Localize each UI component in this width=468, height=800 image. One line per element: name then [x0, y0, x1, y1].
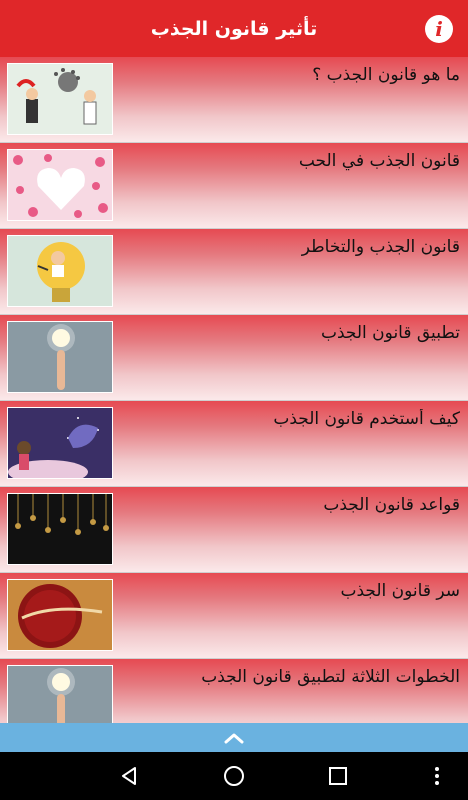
list-item[interactable]: قواعد قانون الجذب — [0, 487, 468, 573]
list-item-title: سر قانون الجذب — [340, 581, 460, 601]
info-icon: i — [435, 17, 443, 41]
hearts-thumbnail — [7, 149, 113, 221]
scroll-to-top-button[interactable] — [0, 723, 468, 752]
girl-genie-thumbnail — [7, 407, 113, 479]
recent-square-icon[interactable] — [326, 764, 350, 788]
system-nav-bar — [0, 752, 468, 800]
info-button[interactable]: i — [425, 15, 453, 43]
hanging-keys-thumbnail — [7, 493, 113, 565]
page-title: تأثير قانون الجذب — [150, 17, 318, 40]
businessmen-magnet-thumbnail — [7, 63, 113, 135]
finger-lightbulb-thumbnail — [7, 321, 113, 393]
finger-lightbulb-thumbnail — [7, 665, 113, 723]
list-item[interactable]: قانون الجذب في الحب — [0, 143, 468, 229]
app-bar: تأثير قانون الجذب i — [0, 0, 468, 57]
list-item-title: تطبيق قانون الجذب — [320, 323, 460, 343]
list-item[interactable]: الخطوات الثلاثة لتطبيق قانون الجذب — [0, 659, 468, 723]
chevron-up-icon — [224, 733, 244, 743]
list-item[interactable]: ما هو قانون الجذب ؟ — [0, 57, 468, 143]
more-dots-icon[interactable] — [425, 764, 449, 788]
list-item-title: قانون الجذب والتخاطر — [301, 237, 460, 257]
list-item[interactable]: تطبيق قانون الجذب — [0, 315, 468, 401]
list-item[interactable]: سر قانون الجذب — [0, 573, 468, 659]
list-item[interactable]: قانون الجذب والتخاطر — [0, 229, 468, 315]
article-list[interactable]: ما هو قانون الجذب ؟ قانون الجذب في الحب — [0, 57, 468, 723]
back-triangle-icon[interactable] — [117, 764, 141, 788]
list-item[interactable]: كيف أستخدم قانون الجذب — [0, 401, 468, 487]
man-in-lightbulb-thumbnail — [7, 235, 113, 307]
list-item-title: ما هو قانون الجذب ؟ — [312, 65, 460, 85]
list-item-title: الخطوات الثلاثة لتطبيق قانون الجذب — [201, 667, 460, 687]
list-item-title: قانون الجذب في الحب — [298, 151, 460, 171]
the-secret-seal-thumbnail — [7, 579, 113, 651]
list-item-title: قواعد قانون الجذب — [323, 495, 460, 515]
list-item-title: كيف أستخدم قانون الجذب — [273, 409, 460, 429]
home-circle-icon[interactable] — [222, 764, 246, 788]
